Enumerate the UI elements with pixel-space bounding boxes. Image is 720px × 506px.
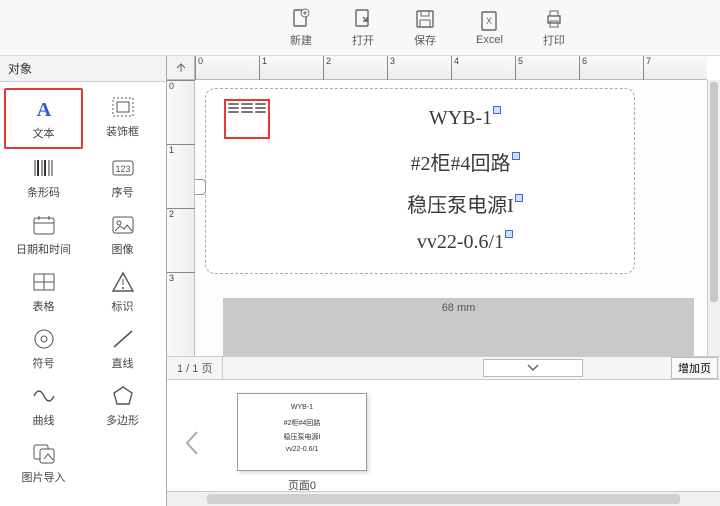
sidebar-title: 对象 (0, 56, 166, 82)
toolbar-label: 新建 (290, 32, 312, 48)
anchor-icon (515, 194, 523, 202)
save-icon (414, 8, 436, 30)
thumb-prev-button[interactable] (177, 418, 207, 468)
object-table[interactable]: 表格 (4, 263, 83, 320)
table-icon (30, 269, 58, 295)
anchor-icon (505, 230, 513, 238)
page-thumbnail[interactable]: WYB-1 #2柜#4回路 稳压泵电源I vv22-0.6/1 页面0 (227, 393, 377, 493)
excel-button[interactable]: X Excel (476, 10, 503, 46)
object-polygon[interactable]: 多边形 (83, 377, 162, 434)
canvas-outside: 68 mm (223, 298, 694, 356)
svg-text:A: A (36, 99, 51, 121)
label-text-4[interactable]: vv22-0.6/1 (326, 231, 604, 254)
selection-handles[interactable] (224, 99, 270, 139)
top-toolbar: 新建 打开 保存 X Excel 打印 (0, 0, 720, 56)
page-count: 1 / 1 页 (167, 357, 223, 379)
dimension-label: 68 mm (442, 302, 476, 314)
object-imgimport[interactable]: 图片导入 (4, 434, 83, 491)
image-icon (109, 212, 137, 238)
thumbnail-strip: WYB-1 #2柜#4回路 稳压泵电源I vv22-0.6/1 页面0 (167, 380, 720, 506)
label-card[interactable]: WYB-1 #2柜#4回路 稳压泵电源I vv22-0.6/1 (205, 88, 635, 274)
label-text-3[interactable]: 稳压泵电源I (326, 189, 604, 218)
vertical-scrollbar[interactable] (707, 80, 720, 356)
text-icon: A (30, 96, 58, 122)
save-button[interactable]: 保存 (414, 8, 436, 48)
serial-icon: 123 (109, 155, 137, 181)
object-line[interactable]: 直线 (83, 320, 162, 377)
toolbar-label: Excel (476, 34, 503, 46)
svg-text:123: 123 (115, 164, 130, 174)
horizontal-scrollbar[interactable] (167, 491, 720, 506)
warning-icon (109, 269, 137, 295)
page-dropdown[interactable] (483, 359, 583, 377)
object-datetime[interactable]: 日期和时间 (4, 206, 83, 263)
new-file-icon (290, 8, 312, 30)
datetime-icon (30, 212, 58, 238)
canvas-area: 0 1 2 3 4 5 6 7 0 1 2 3 WYB-1 #2柜#4回路 稳压… (167, 56, 720, 506)
object-curve[interactable]: 曲线 (4, 377, 83, 434)
object-frame[interactable]: 装饰框 (83, 88, 162, 149)
print-icon (543, 8, 565, 30)
toolbar-label: 打印 (543, 32, 565, 48)
page-bar: 1 / 1 页 增加页 (167, 356, 720, 380)
polygon-icon (109, 383, 137, 409)
line-icon (109, 326, 137, 352)
open-button[interactable]: 打开 (352, 8, 374, 48)
canvas-viewport[interactable]: WYB-1 #2柜#4回路 稳压泵电源I vv22-0.6/1 68 mm (195, 80, 707, 356)
excel-icon: X (478, 10, 500, 32)
toolbar-label: 保存 (414, 32, 436, 48)
ruler-corner[interactable] (167, 56, 195, 80)
svg-text:X: X (486, 16, 492, 26)
barcode-icon (30, 155, 58, 181)
new-button[interactable]: 新建 (290, 8, 312, 48)
symbol-icon (30, 326, 58, 352)
card-checkbox[interactable] (195, 179, 206, 195)
label-text-1[interactable]: WYB-1 (326, 107, 604, 130)
import-icon (30, 440, 58, 466)
object-barcode[interactable]: 条形码 (4, 149, 83, 206)
label-text-2[interactable]: #2柜#4回路 (326, 147, 604, 176)
chevron-down-icon (526, 363, 540, 373)
add-page-button[interactable]: 增加页 (671, 357, 718, 379)
ruler-horizontal: 0 1 2 3 4 5 6 7 (195, 56, 707, 80)
print-button[interactable]: 打印 (543, 8, 565, 48)
thumbnail-preview: WYB-1 #2柜#4回路 稳压泵电源I vv22-0.6/1 (237, 393, 367, 471)
object-symbol[interactable]: 符号 (4, 320, 83, 377)
toolbar-label: 打开 (352, 32, 374, 48)
object-text[interactable]: A 文本 (4, 88, 83, 149)
curve-icon (30, 383, 58, 409)
object-warning[interactable]: 标识 (83, 263, 162, 320)
object-serial[interactable]: 123 序号 (83, 149, 162, 206)
anchor-icon (493, 106, 501, 114)
open-file-icon (352, 8, 374, 30)
object-sidebar: 对象 A 文本 装饰框 条形码 123 序号 日期和时间 (0, 56, 167, 506)
object-image[interactable]: 图像 (83, 206, 162, 263)
frame-icon (109, 94, 137, 120)
anchor-icon (512, 152, 520, 160)
